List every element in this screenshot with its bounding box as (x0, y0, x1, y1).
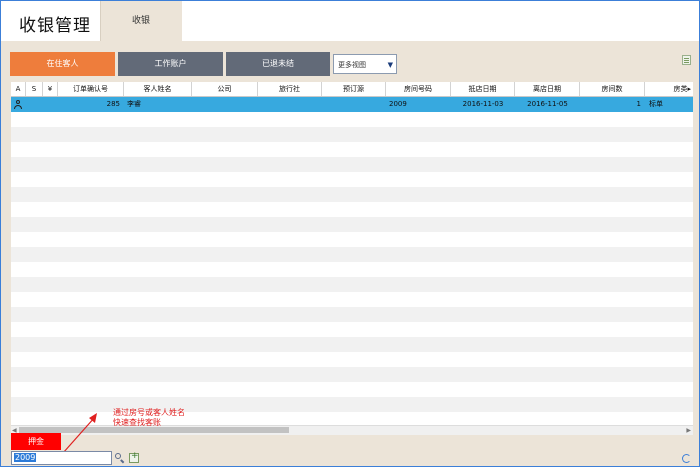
search-icon[interactable] (115, 453, 125, 463)
list-settings-icon[interactable] (682, 55, 691, 65)
table-row[interactable]: 285 李睿 2009 2016-11-03 2016-11-05 1 标单 (11, 97, 693, 112)
scroll-right-icon[interactable]: ▶ (686, 426, 691, 435)
cell-guest-name: 李睿 (127, 100, 141, 108)
empty-row (11, 277, 693, 292)
col-arrive-date[interactable]: 抵店日期 (451, 82, 515, 96)
person-icon (14, 100, 22, 109)
cell-depart-date: 2016-11-05 (527, 100, 568, 108)
col-depart-date[interactable]: 离店日期 (515, 82, 580, 96)
col-room-count[interactable]: 房间数 (580, 82, 645, 96)
search-input-value: 2009 (14, 453, 37, 462)
empty-row (11, 337, 693, 352)
empty-row (11, 172, 693, 187)
empty-row (11, 352, 693, 367)
col-company[interactable]: 公司 (192, 82, 258, 96)
cell-arrive-date: 2016-11-03 (462, 100, 504, 108)
grid-header: A S ¥ 订单确认号 客人姓名 公司 旅行社 预订源 房间号码 抵店日期 离店… (11, 82, 693, 97)
cashier-window: 收银管理 收银 在住客人 工作账户 已退未结 更多视图 ▼ A S ¥ 订单确认… (0, 0, 700, 467)
empty-row (11, 307, 693, 322)
empty-row (11, 367, 693, 382)
cell-order-no: 285 (106, 100, 120, 108)
chevron-down-icon: ▼ (387, 61, 393, 69)
empty-row (11, 322, 693, 337)
empty-row (11, 202, 693, 217)
empty-row (11, 292, 693, 307)
in-house-guests-button[interactable]: 在住客人 (10, 52, 115, 76)
annotation-line-2: 快速查找客账 (113, 418, 161, 427)
checked-out-unsettled-button[interactable]: 已退未结 (226, 52, 330, 76)
col-a[interactable]: A (11, 82, 26, 96)
work-account-button[interactable]: 工作账户 (118, 52, 223, 76)
col-room-no[interactable]: 房间号码 (386, 82, 451, 96)
view-select[interactable]: 更多视图 ▼ (333, 54, 397, 74)
main-content: 在住客人 工作账户 已退未结 更多视图 ▼ A S ¥ 订单确认号 客人姓名 公… (1, 41, 699, 466)
col-source[interactable]: 预订源 (322, 82, 386, 96)
add-icon[interactable] (129, 451, 139, 463)
empty-row (11, 382, 693, 397)
annotation-line-1: 通过房号或客人姓名 (113, 408, 185, 417)
empty-row (11, 157, 693, 172)
empty-row (11, 127, 693, 142)
app-title: 收银管理 (19, 16, 91, 36)
col-order-no[interactable]: 订单确认号 (58, 82, 124, 96)
empty-row (11, 187, 693, 202)
col-room-type[interactable]: 房类▸ (645, 82, 693, 96)
guest-grid: A S ¥ 订单确认号 客人姓名 公司 旅行社 预订源 房间号码 抵店日期 离店… (11, 82, 693, 434)
cell-room-no: 2009 (389, 100, 407, 108)
annotation-arrow (62, 413, 97, 454)
empty-row (11, 247, 693, 262)
refresh-icon[interactable] (682, 454, 691, 463)
col-s[interactable]: S (26, 82, 43, 96)
col-guest-name[interactable]: 客人姓名 (124, 82, 192, 96)
cell-room-count: 1 (636, 100, 641, 108)
col-agency[interactable]: 旅行社 (258, 82, 322, 96)
empty-row (11, 217, 693, 232)
cell-room-type: 标单 (649, 100, 663, 108)
deposit-button[interactable]: 押金 (11, 433, 61, 450)
header: 收银管理 收银 (1, 1, 699, 41)
empty-row (11, 112, 693, 127)
tab-cashier[interactable]: 收银 (100, 1, 182, 41)
empty-row (11, 232, 693, 247)
view-select-value: 更多视图 (338, 61, 366, 69)
empty-row (11, 262, 693, 277)
col-room-type-label: 房类 (673, 85, 688, 93)
search-input[interactable]: 2009 (11, 451, 112, 465)
annotation-text: 通过房号或客人姓名 快速查找客账 (113, 408, 185, 428)
col-yen[interactable]: ¥ (43, 82, 58, 96)
grid-rows: 285 李睿 2009 2016-11-03 2016-11-05 1 标单 (11, 97, 693, 434)
empty-row (11, 142, 693, 157)
